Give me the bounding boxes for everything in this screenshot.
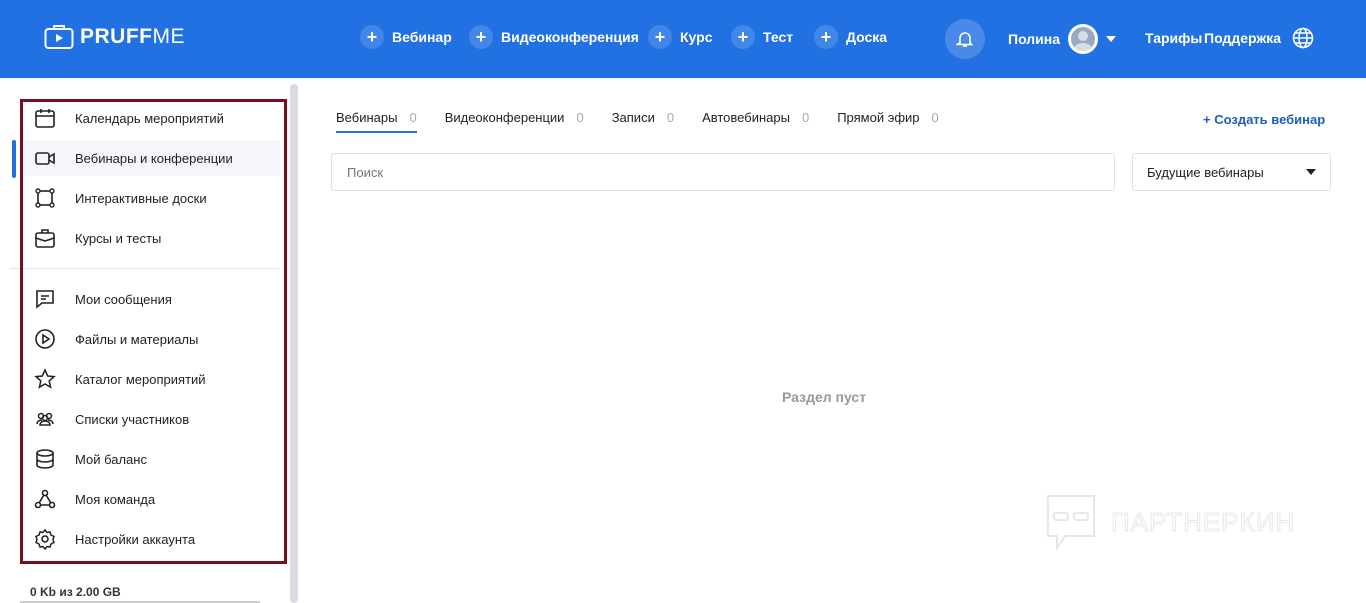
tab-label: Автовебинары (702, 110, 790, 125)
label: Доска (846, 29, 888, 45)
tab-count: 0 (931, 110, 939, 125)
tariffs-link[interactable]: Тарифы (1145, 30, 1202, 46)
logo-text: PRUFF (80, 25, 153, 48)
chevron-down-icon (1106, 36, 1117, 42)
filter-value: Будущие вебинары (1147, 164, 1264, 180)
tab-recordings[interactable]: Записи 0 (612, 110, 674, 133)
plus-icon: + (360, 25, 384, 49)
label: Курс (680, 29, 713, 45)
storage-usage: 0 Kb из 2.00 GB (30, 585, 121, 599)
create-videoconference-button[interactable]: + Видеоконференция (469, 25, 639, 49)
highlight-frame (20, 99, 287, 564)
top-bar: PRUFFME + Вебинар + Видеоконференция + Курс… (0, 0, 1366, 78)
tab-videoconferences[interactable]: Видеоконференции 0 (445, 110, 584, 133)
create-webinar-button[interactable]: + Вебинар (360, 25, 452, 49)
search-input[interactable] (331, 153, 1115, 191)
active-indicator (12, 140, 16, 178)
tab-count: 0 (409, 110, 417, 125)
tab-label: Видеоконференции (444, 110, 565, 125)
create-webinar-link[interactable]: + Создать вебинар (1203, 112, 1325, 127)
user-name: Полина (1008, 31, 1061, 47)
watermark: ПАРТНЕРКИН (1045, 493, 1295, 551)
tab-label: Записи (611, 110, 655, 125)
tab-count: 0 (801, 110, 810, 125)
caret-down-icon (1306, 169, 1316, 175)
tab-webinars[interactable]: Вебинары 0 (336, 110, 417, 133)
notifications-button[interactable] (945, 19, 985, 59)
label: Вебинар (392, 29, 452, 45)
empty-state-text: Раздел пуст (782, 389, 867, 405)
watermark-text: ПАРТНЕРКИН (1110, 506, 1296, 537)
user-menu[interactable]: Полина (1008, 24, 1117, 54)
tab-label: Вебинары (336, 110, 398, 125)
filter-select[interactable]: Будущие вебинары (1132, 153, 1331, 191)
tab-count: 0 (576, 110, 584, 125)
create-course-button[interactable]: + Курс (648, 25, 712, 49)
plus-icon: + (469, 25, 493, 49)
label: Тест (763, 29, 794, 45)
logo[interactable]: PRUFFME (44, 24, 185, 50)
logo-icon (44, 25, 74, 49)
create-test-button[interactable]: + Тест (731, 25, 793, 49)
plus-icon: + (648, 25, 672, 49)
create-board-button[interactable]: + Доска (814, 25, 887, 49)
watermark-logo-icon (1047, 495, 1095, 551)
tab-label: Прямой эфир (837, 110, 920, 125)
bell-icon (956, 32, 974, 47)
logo-text-light: ME (152, 25, 185, 48)
tab-live[interactable]: Прямой эфир 0 (837, 110, 939, 133)
globe-icon[interactable] (1292, 27, 1314, 49)
tab-count: 0 (666, 110, 675, 125)
support-link[interactable]: Поддержка (1204, 30, 1281, 46)
label: Видеоконференция (501, 29, 639, 45)
tabs: Вебинары 0 Видеоконференции 0 Записи 0 Авто… (336, 110, 939, 133)
avatar (1068, 24, 1099, 54)
sidebar-scrollbar[interactable] (290, 84, 298, 603)
tab-autowebinars[interactable]: Автовебинары 0 (702, 110, 809, 133)
plus-icon: + (814, 25, 838, 49)
plus-icon: + (731, 25, 755, 49)
